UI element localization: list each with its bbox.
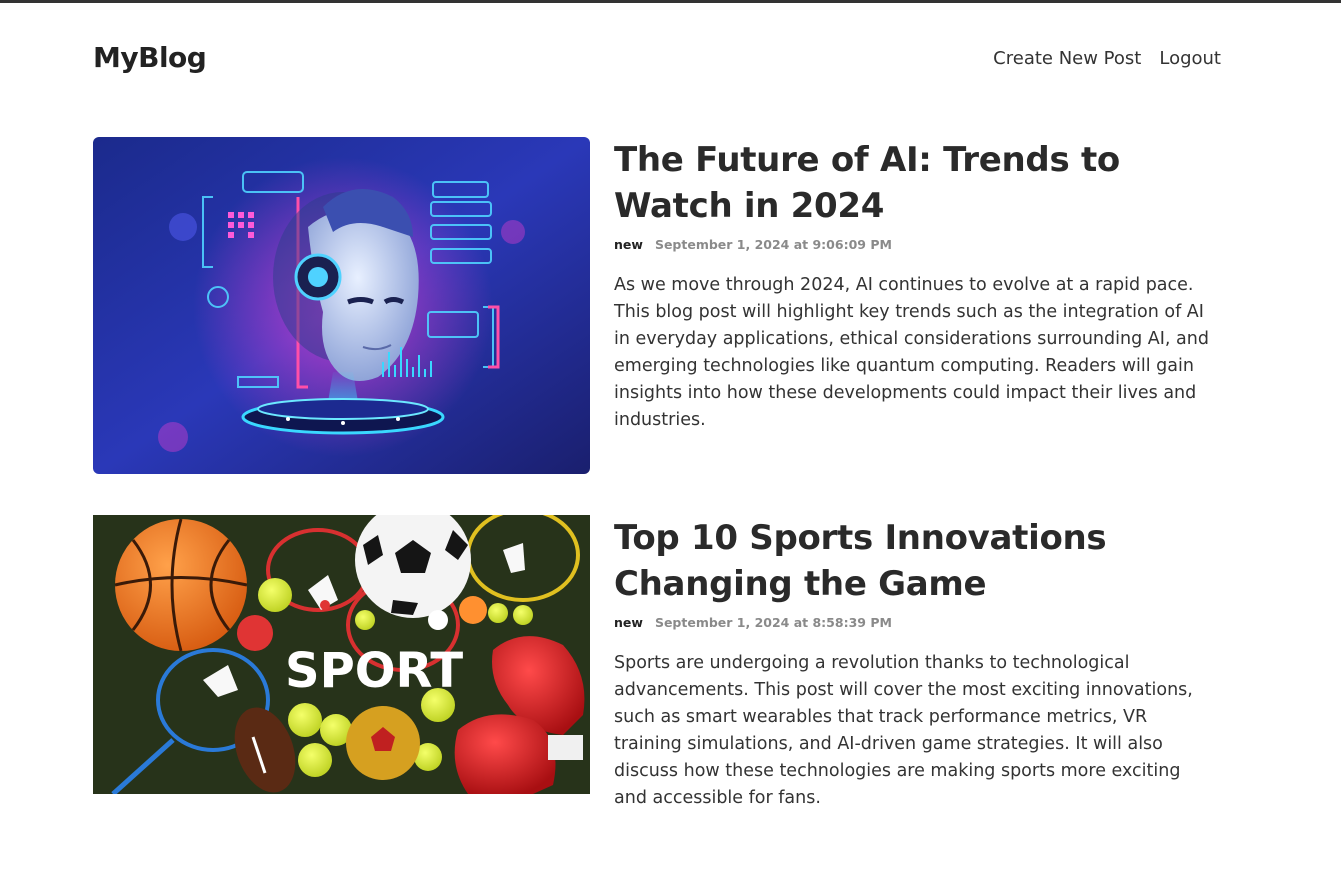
post-title[interactable]: The Future of AI: Trends to Watch in 202… <box>614 137 1214 229</box>
site-header: MyBlog Create New Post Logout <box>93 38 1221 82</box>
logout-link[interactable]: Logout <box>1159 48 1221 69</box>
ai-robot-illustration <box>93 137 590 474</box>
post-date: September 1, 2024 at 8:58:39 PM <box>654 615 892 630</box>
post-meta: new September 1, 2024 at 8:58:39 PM <box>614 615 1214 630</box>
site-logo[interactable]: MyBlog <box>93 41 207 74</box>
post-thumbnail-ai[interactable] <box>93 137 590 474</box>
post-author: new <box>614 237 643 252</box>
post-content: The Future of AI: Trends to Watch in 202… <box>614 137 1214 434</box>
post-card: SPORT Top 10 Sports Innovations Changing… <box>93 515 1221 815</box>
post-excerpt: Sports are undergoing a revolution thank… <box>614 653 1193 808</box>
post-excerpt: As we move through 2024, AI continues to… <box>614 275 1209 430</box>
post-thumbnail-sports[interactable]: SPORT <box>93 515 590 794</box>
post-date: September 1, 2024 at 9:06:09 PM <box>654 237 892 252</box>
main-nav: Create New Post Logout <box>993 48 1221 69</box>
create-new-post-link[interactable]: Create New Post <box>993 48 1141 69</box>
post-author: new <box>614 615 643 630</box>
post-meta: new September 1, 2024 at 9:06:09 PM <box>614 237 1214 252</box>
post-card: The Future of AI: Trends to Watch in 202… <box>93 137 1221 474</box>
top-border <box>0 0 1341 3</box>
post-title[interactable]: Top 10 Sports Innovations Changing the G… <box>614 515 1214 607</box>
sports-equipment-photo: SPORT <box>93 515 590 794</box>
post-content: Top 10 Sports Innovations Changing the G… <box>614 515 1214 812</box>
